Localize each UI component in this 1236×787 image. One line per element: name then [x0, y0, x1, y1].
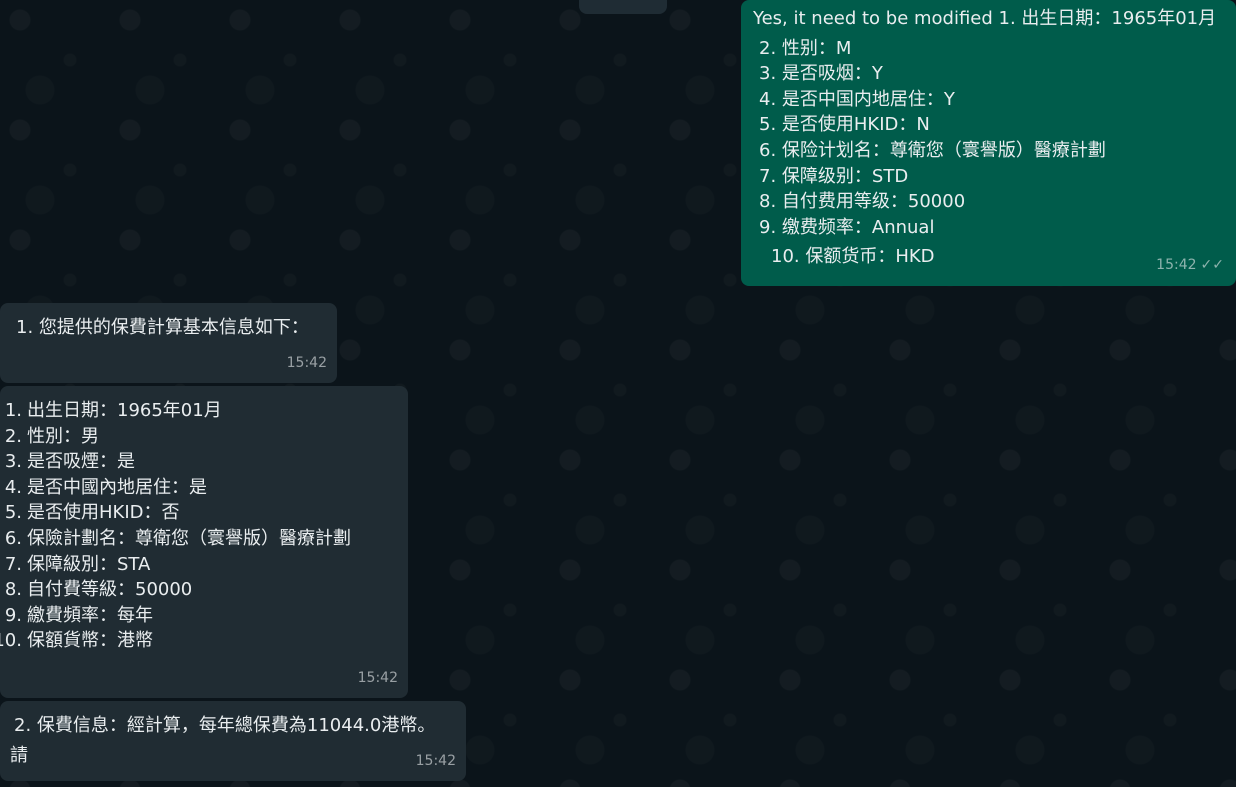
outgoing-message[interactable]: Yes, it need to be modified 1. 出生日期：1965… [741, 0, 1236, 286]
message-time: 15:42 [286, 355, 327, 372]
message-list: 2. 性别：M 3. 是否吸烟：Y 4. 是否中国内地居住：Y 5. 是否使用H… [753, 36, 1236, 270]
list-item: 1. 出生日期：1965年01月 [4, 400, 222, 421]
message-time: 15:42 [357, 670, 398, 687]
message-line: 2. 性别：M [759, 37, 852, 59]
double-check-icon: ✓✓ [1200, 257, 1224, 274]
list-item: 7. 保障級別：STA [4, 553, 151, 575]
partial-message-bubble[interactable] [579, 0, 667, 14]
message-line: 3. 是否吸烟：Y [759, 63, 883, 85]
message-line: 7. 保障级别：STD [759, 165, 909, 187]
incoming-message[interactable]: 1. 出生日期：1965年01月 2. 性別：男 3. 是否吸煙：是 4. 是否中國內地… [0, 386, 408, 698]
message-line: 1. 您提供的保費計算基本信息如下： [16, 317, 309, 338]
list-item: 9. 繳費頻率：每年 [4, 604, 153, 626]
message-time: 15:42 [415, 753, 456, 770]
list-item: 4. 是否中國內地居住：是 [4, 476, 207, 498]
message-line: 8. 自付费用等级：50000 [759, 191, 966, 213]
incoming-message[interactable]: 1. 您提供的保費計算基本信息如下： 15:42 [0, 303, 337, 383]
list-item: 6. 保險計劃名：尊衛您（寰譽版）醫療計劃 [4, 527, 351, 549]
list-item: 8. 自付費等級：50000 [4, 579, 193, 601]
message-line: 2. 保費信息：經計算，每年總保費為11044.0港幣。 [14, 715, 436, 736]
message-line: 6. 保险计划名：尊衛您（寰譽版）醫療計劃 [759, 139, 1106, 161]
list-item: 3. 是否吸煙：是 [4, 451, 135, 473]
list-item: 5. 是否使用HKID：否 [4, 502, 180, 524]
message-line: 請 [10, 744, 28, 766]
message-line: 5. 是否使用HKID：N [759, 114, 930, 136]
list-item: 2. 性別：男 [4, 425, 99, 447]
message-time: 15:42 ✓✓ [1156, 253, 1224, 279]
message-line: 4. 是否中国内地居住：Y [759, 88, 955, 110]
message-line: Yes, it need to be modified 1. 出生日期：1965… [753, 8, 1217, 29]
message-line: 9. 缴费频率：Annual [759, 216, 935, 238]
incoming-message[interactable]: 2. 保費信息：經計算，每年總保費為11044.0港幣。 請 15:42 [0, 701, 466, 781]
time-label: 15:42 [1156, 257, 1197, 274]
list-item: 10.保額貨幣：港幣 [0, 630, 153, 652]
